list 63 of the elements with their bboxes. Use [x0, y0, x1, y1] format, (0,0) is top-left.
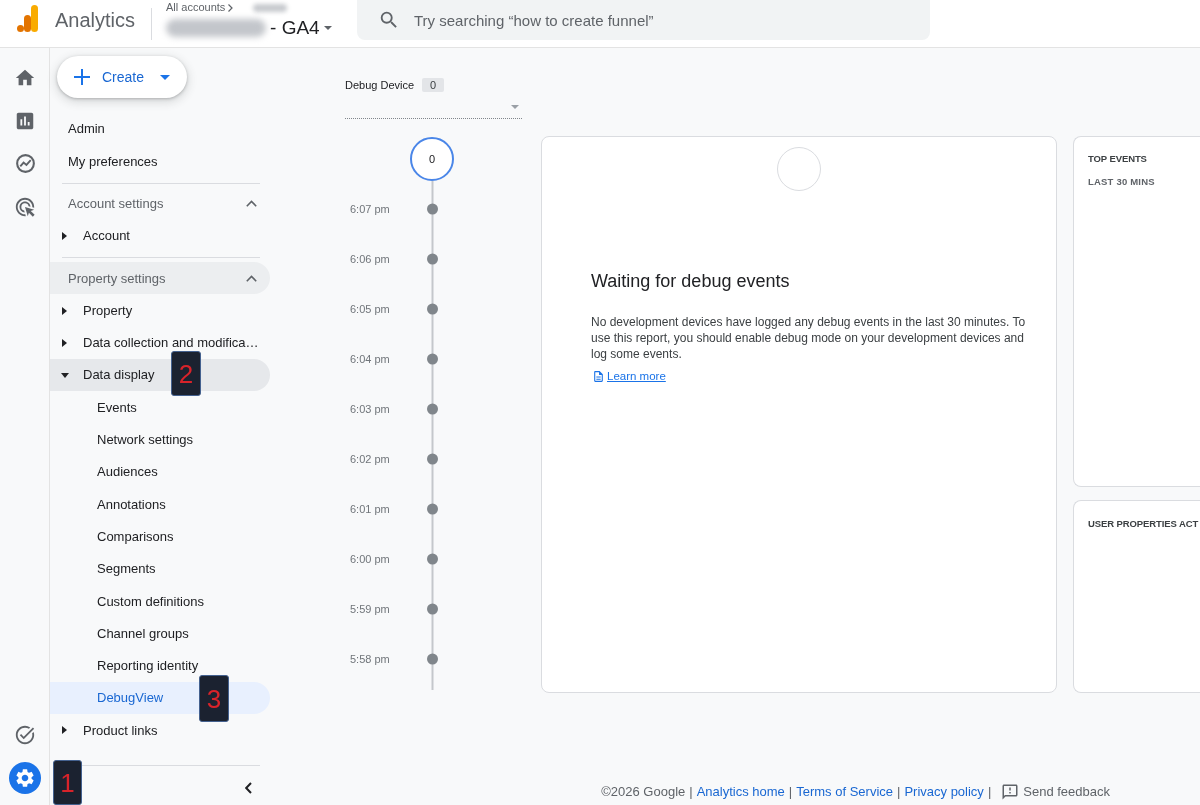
sidebar-item[interactable]: Account: [50, 219, 270, 253]
sidebar-subitem[interactable]: Network settings: [50, 423, 270, 456]
callout-badge: 3: [199, 675, 229, 723]
plus-icon: [74, 69, 90, 85]
sidebar-link[interactable]: My preferences: [50, 145, 270, 178]
footer-link[interactable]: Privacy policy: [904, 782, 984, 802]
sidebar-subitem[interactable]: Annotations: [50, 488, 270, 521]
callout-badge: 1: [53, 760, 82, 805]
nav-rail-button[interactable]: [9, 761, 41, 794]
cursor-click-icon: [14, 195, 36, 218]
time-label: 6:04 pm: [350, 351, 390, 367]
debug-device-label: Debug Device: [345, 78, 415, 92]
time-label: 6:01 pm: [350, 501, 390, 517]
device-count-badge: 0: [422, 78, 445, 92]
sidebar-subitem[interactable]: Channel groups: [50, 617, 270, 650]
callout-badge: 2: [171, 351, 201, 397]
sidebar-subitem[interactable]: Segments: [50, 552, 270, 586]
time-label: 6:07 pm: [350, 201, 390, 217]
trend-circle-icon: [15, 154, 35, 173]
sidebar-subitem[interactable]: Comparisons: [50, 520, 270, 553]
sidebar-link[interactable]: Admin: [50, 113, 270, 146]
time-label: 5:59 pm: [350, 601, 390, 617]
time-label: 6:03 pm: [350, 401, 390, 417]
analytics-logo: [17, 5, 38, 32]
sidebar-item[interactable]: Property: [50, 294, 270, 327]
copyright-text: ©2026 Google: [601, 783, 686, 802]
document-icon: [592, 369, 605, 383]
send-feedback-button[interactable]: Send feedback: [1001, 782, 1110, 802]
separator-text: |: [689, 783, 693, 802]
time-label: 6:05 pm: [350, 301, 390, 317]
create-button[interactable]: Create: [57, 56, 187, 98]
chevron-right-icon: [228, 3, 234, 12]
separator-text: |: [987, 783, 992, 802]
learn-more-link[interactable]: Learn more: [592, 369, 666, 383]
card-heading: TOP EVENTS: [1088, 153, 1148, 164]
caret-down-icon: [323, 26, 332, 30]
card-heading: USER PROPERTIES ACT: [1088, 518, 1200, 529]
blurred-account-path: [253, 3, 288, 12]
caret-down-icon: [511, 105, 519, 109]
footer-link[interactable]: Analytics home: [696, 782, 785, 802]
sidebar-subitem[interactable]: Audiences: [50, 455, 270, 489]
time-label: 6:00 pm: [350, 551, 390, 567]
section-header[interactable]: Property settings: [50, 262, 270, 295]
section-header[interactable]: Account settings: [50, 187, 270, 220]
separator-text: |: [897, 783, 901, 802]
card-subheading: LAST 30 MINS: [1088, 176, 1156, 187]
settings-icon: [14, 766, 36, 789]
card-title: Waiting for debug events: [591, 271, 791, 291]
caret-down-icon: [160, 74, 170, 80]
time-label: 6:06 pm: [350, 251, 390, 267]
time-label: 5:58 pm: [350, 651, 390, 667]
sidebar-subitem[interactable]: Custom definitions: [50, 585, 270, 618]
footer-link[interactable]: Terms of Service: [796, 782, 893, 802]
card-description: No development devices have logged any debug events in the last 30 minutes. To use this report, you should enable debug mode on your development devices and log some events.: [591, 314, 1027, 362]
search-icon: [378, 9, 400, 31]
property-name[interactable]: - GA4: [270, 17, 320, 39]
product-title: Analytics: [55, 9, 136, 31]
breadcrumb-link[interactable]: All accounts: [166, 1, 226, 14]
chevron-left-icon: [244, 782, 252, 794]
search-field[interactable]: Try searching “how to create funnel”: [357, 0, 930, 40]
time-label: 6:02 pm: [350, 451, 390, 467]
separator-text: |: [788, 783, 793, 802]
feedback-icon: [1001, 783, 1020, 801]
